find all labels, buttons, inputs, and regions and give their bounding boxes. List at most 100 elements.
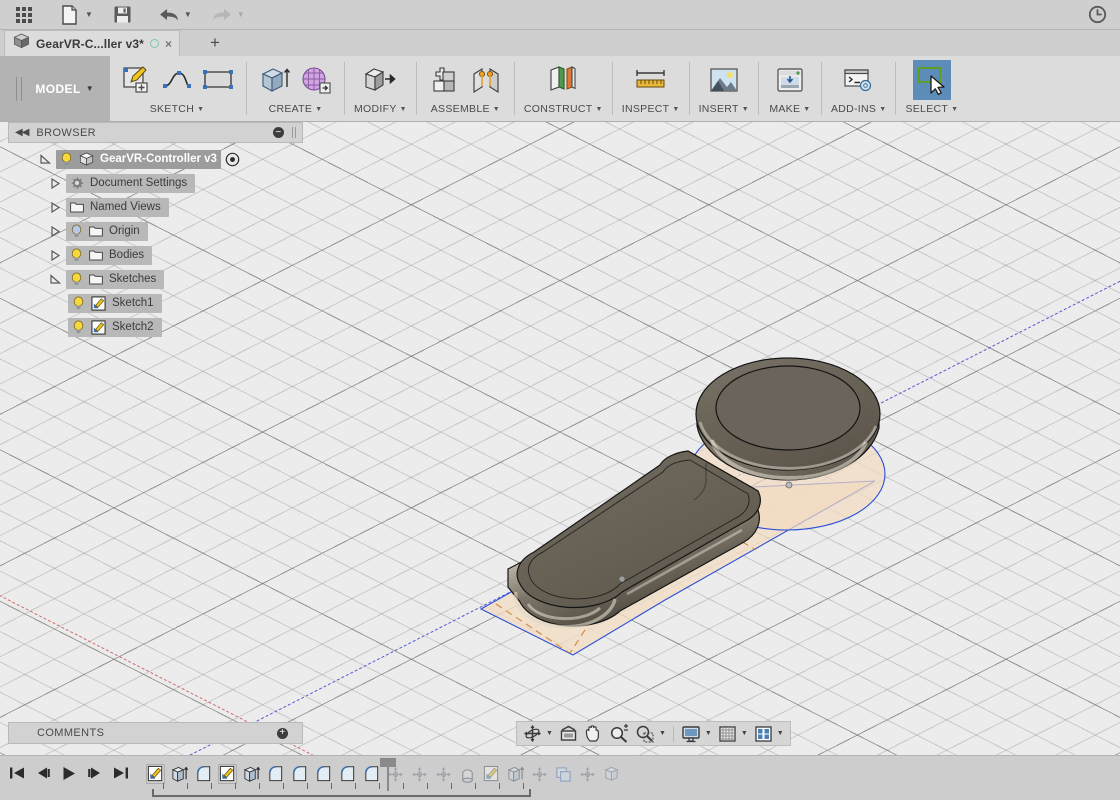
- browser-tree-chip[interactable]: Sketch1: [68, 293, 162, 313]
- light-bulb-icon[interactable]: [72, 320, 85, 334]
- redo-icon[interactable]: [206, 2, 238, 28]
- chevron-down-icon[interactable]: ▼: [704, 730, 715, 737]
- timeline-track[interactable]: [152, 783, 531, 797]
- 3d-print-icon[interactable]: [768, 60, 812, 100]
- controller-handle[interactable]: [507, 450, 761, 629]
- zoom-icon[interactable]: [606, 723, 632, 744]
- browser-tree-item[interactable]: GearVR-Controller v3: [8, 149, 303, 169]
- chevron-down-icon[interactable]: ▼: [400, 106, 407, 113]
- document-tab[interactable]: GearVR-C...ller v3* ×: [4, 30, 180, 56]
- chevron-down-icon[interactable]: ▼: [197, 106, 204, 113]
- expand-arrow-open-icon[interactable]: [44, 273, 66, 285]
- browser-tree-chip[interactable]: GearVR-Controller v3: [56, 149, 221, 169]
- workspace-switcher[interactable]: MODEL ▼: [0, 56, 110, 121]
- create-form-icon[interactable]: [297, 60, 335, 100]
- insert-image-icon[interactable]: [702, 60, 746, 100]
- browser-tree-chip[interactable]: Named Views: [66, 197, 169, 217]
- chevron-down-icon[interactable]: ▼: [493, 106, 500, 113]
- chevron-down-icon[interactable]: ▼: [672, 106, 679, 113]
- timeline-playback-controls: [8, 764, 130, 782]
- timeline-combine[interactable]: [551, 761, 575, 787]
- undo-icon[interactable]: [153, 2, 185, 28]
- browser-tree-chip[interactable]: Origin: [66, 221, 148, 241]
- fillet-icon: [363, 765, 380, 783]
- rectangle-icon[interactable]: [199, 60, 237, 100]
- browser-tree-item[interactable]: Origin: [8, 221, 303, 241]
- extrude-icon[interactable]: [256, 60, 294, 100]
- timeline-marker[interactable]: [380, 758, 396, 791]
- minimize-icon[interactable]: −: [273, 127, 284, 138]
- expand-arrow-closed-icon[interactable]: [44, 177, 66, 189]
- browser-tree-chip[interactable]: Sketch2: [68, 317, 162, 337]
- browser-tree-item[interactable]: Named Views: [8, 197, 303, 217]
- chevron-down-icon[interactable]: ▼: [951, 106, 958, 113]
- step-forward-button[interactable]: [86, 764, 104, 782]
- browser-tree-item[interactable]: Sketch2: [8, 317, 303, 337]
- expand-arrow-closed-icon[interactable]: [44, 225, 66, 237]
- chevron-down-icon[interactable]: ▼: [879, 106, 886, 113]
- browser-tree-chip[interactable]: Bodies: [66, 245, 153, 265]
- browser-tree-chip[interactable]: Sketches: [66, 269, 165, 289]
- close-icon[interactable]: ×: [165, 38, 172, 50]
- browser-tree-item[interactable]: Document Settings: [8, 173, 303, 193]
- browser-tree-chip[interactable]: Document Settings: [66, 173, 196, 193]
- offset-plane-icon[interactable]: [541, 60, 585, 100]
- new-component-icon[interactable]: [426, 60, 464, 100]
- measure-icon[interactable]: [629, 60, 673, 100]
- timeline-copy[interactable]: [599, 761, 623, 787]
- grid-snaps-icon[interactable]: [715, 723, 740, 744]
- browser-tree-item[interactable]: Sketches: [8, 269, 303, 289]
- go-to-end-button[interactable]: [112, 764, 130, 782]
- clock-icon[interactable]: [1082, 2, 1112, 28]
- undo-caret[interactable]: ▼: [184, 10, 192, 19]
- browser-tree-item[interactable]: Sketch1: [8, 293, 303, 313]
- fit-icon[interactable]: [632, 723, 658, 744]
- timeline-move[interactable]: [527, 761, 551, 787]
- timeline-move[interactable]: [575, 761, 599, 787]
- chevron-down-icon[interactable]: ▼: [658, 730, 669, 737]
- chevron-down-icon[interactable]: ▼: [740, 730, 751, 737]
- new-tab-button[interactable]: +: [204, 32, 226, 54]
- scripts-addins-icon[interactable]: [837, 60, 881, 100]
- redo-caret[interactable]: ▼: [237, 10, 245, 19]
- pan-icon[interactable]: [581, 723, 606, 744]
- move-icon: [411, 766, 428, 783]
- light-bulb-icon[interactable]: [70, 224, 83, 238]
- go-to-beginning-button[interactable]: [8, 764, 26, 782]
- joint-icon[interactable]: [467, 60, 505, 100]
- browser-tree-item[interactable]: Bodies: [8, 245, 303, 265]
- light-bulb-icon[interactable]: [60, 152, 73, 166]
- chevron-down-icon[interactable]: ▼: [315, 106, 322, 113]
- chevron-down-icon[interactable]: ▼: [776, 730, 787, 737]
- new-document-icon[interactable]: [54, 2, 86, 28]
- create-sketch-icon[interactable]: [117, 60, 155, 100]
- step-back-button[interactable]: [34, 764, 52, 782]
- light-bulb-icon[interactable]: [70, 248, 83, 262]
- move-icon: [435, 766, 452, 783]
- light-bulb-icon[interactable]: [72, 296, 85, 310]
- press-pull-icon[interactable]: [358, 60, 402, 100]
- panel-grip-icon[interactable]: [292, 127, 296, 138]
- viewports-icon[interactable]: [751, 723, 776, 744]
- activate-component-icon[interactable]: [225, 152, 240, 167]
- play-button[interactable]: [60, 764, 78, 782]
- expand-arrow-open-icon[interactable]: [34, 153, 56, 165]
- new-document-caret[interactable]: ▼: [85, 10, 93, 19]
- look-at-icon[interactable]: [556, 723, 581, 744]
- chevron-down-icon[interactable]: ▼: [803, 106, 810, 113]
- collapse-left-icon[interactable]: ◀◀: [15, 127, 29, 138]
- expand-arrow-closed-icon[interactable]: [44, 249, 66, 261]
- display-settings-icon[interactable]: [678, 723, 704, 744]
- add-comment-icon[interactable]: +: [277, 727, 288, 739]
- orbit-icon[interactable]: [520, 723, 545, 744]
- chevron-down-icon[interactable]: ▼: [596, 106, 603, 113]
- ribbon-panel-label: INSERT: [698, 103, 739, 115]
- spline-icon[interactable]: [158, 60, 196, 100]
- chevron-down-icon[interactable]: ▼: [545, 730, 556, 737]
- light-bulb-icon[interactable]: [70, 272, 83, 286]
- expand-arrow-closed-icon[interactable]: [44, 201, 66, 213]
- chevron-down-icon[interactable]: ▼: [742, 106, 749, 113]
- save-icon[interactable]: [107, 2, 139, 28]
- select-icon[interactable]: [912, 60, 951, 100]
- app-grid-icon[interactable]: [8, 2, 40, 28]
